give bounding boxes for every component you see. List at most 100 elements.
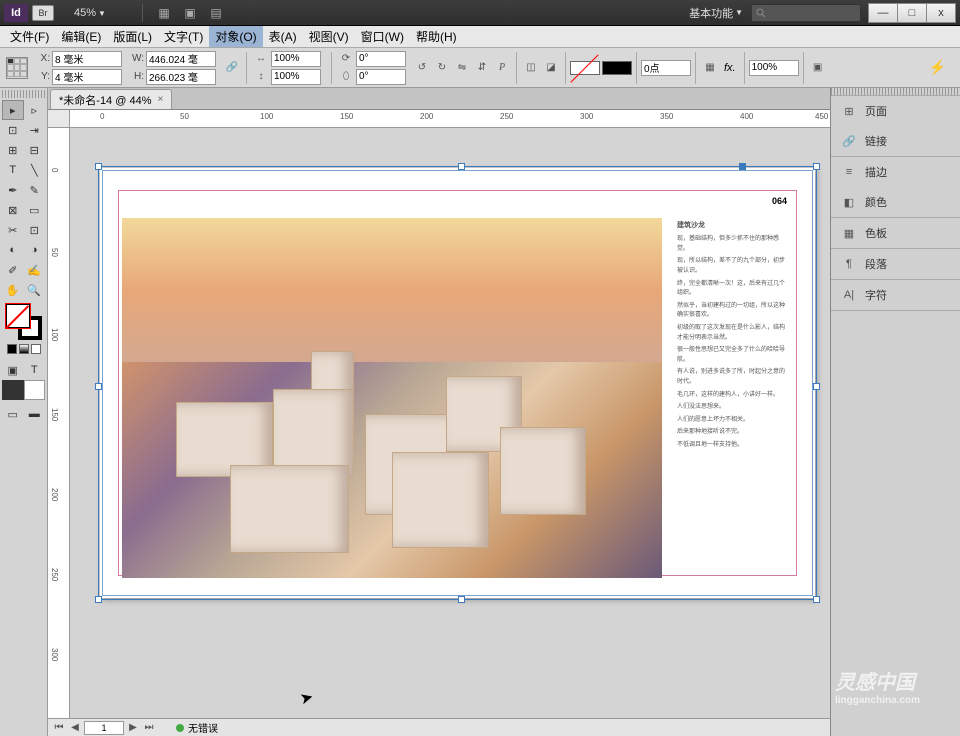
maximize-button[interactable]: □ bbox=[897, 3, 927, 23]
menu-edit[interactable]: 编辑(E) bbox=[55, 26, 107, 47]
placed-image[interactable] bbox=[122, 218, 662, 578]
y-input[interactable]: 4 毫米 bbox=[52, 69, 122, 85]
menu-file[interactable]: 文件(F) bbox=[4, 26, 55, 47]
gradient-feather-tool[interactable]: ◑ bbox=[24, 240, 46, 260]
panel-stroke[interactable]: ≡描边 bbox=[831, 157, 960, 187]
free-transform-tool[interactable]: ⊡ bbox=[24, 220, 46, 240]
scale-y-input[interactable]: 100% bbox=[271, 69, 321, 85]
reference-point[interactable] bbox=[6, 57, 28, 79]
apply-gradient-icon[interactable] bbox=[19, 344, 29, 354]
rotate-input[interactable]: 0° bbox=[356, 51, 406, 67]
eyedropper-tool[interactable]: ✍ bbox=[24, 260, 46, 280]
close-button[interactable]: x bbox=[926, 3, 956, 23]
menu-table[interactable]: 表(A) bbox=[263, 26, 303, 47]
flip-v-icon[interactable]: ⇵ bbox=[472, 59, 492, 77]
stroke-swatch[interactable] bbox=[602, 61, 632, 75]
text-wrap-icon[interactable]: ▣ bbox=[808, 59, 828, 77]
fx-icon[interactable]: fx. bbox=[724, 62, 736, 74]
selection-tool[interactable]: ▸ bbox=[2, 100, 24, 120]
constrain-icon[interactable]: 🔗 bbox=[222, 59, 242, 77]
apply-none-icon[interactable] bbox=[31, 344, 41, 354]
rectangle-frame-tool[interactable]: ⊠ bbox=[2, 200, 24, 220]
panel-links[interactable]: 🔗链接 bbox=[831, 126, 960, 156]
document-tab[interactable]: *未命名-14 @ 44% × bbox=[50, 89, 172, 109]
h-input[interactable]: 266.023 毫 bbox=[146, 69, 216, 85]
rotate-cw-icon[interactable]: ↻ bbox=[432, 59, 452, 77]
normal-view-icon[interactable]: ▣ bbox=[2, 360, 24, 380]
menu-layout[interactable]: 版面(L) bbox=[107, 26, 158, 47]
shear-input[interactable]: 0° bbox=[356, 69, 406, 85]
last-page-button[interactable]: ⏭ bbox=[142, 721, 156, 735]
first-page-button[interactable]: ⏮ bbox=[52, 721, 66, 735]
gap-tool[interactable]: ⇥ bbox=[24, 120, 46, 140]
x-input[interactable]: 8 毫米 bbox=[52, 51, 122, 67]
zoom-tool[interactable]: 🔍 bbox=[24, 280, 46, 300]
close-tab-icon[interactable]: × bbox=[157, 94, 163, 105]
page-number-input[interactable] bbox=[84, 721, 124, 735]
menu-type[interactable]: 文字(T) bbox=[158, 26, 209, 47]
pencil-tool[interactable]: ✎ bbox=[24, 180, 46, 200]
char-rotate-icon[interactable]: P bbox=[492, 59, 512, 77]
zoom-level[interactable]: 45%▼ bbox=[74, 7, 134, 19]
prev-page-button[interactable]: ◀ bbox=[68, 721, 82, 735]
vertical-ruler[interactable]: 050100150200250300 bbox=[48, 128, 70, 718]
content-placer-tool[interactable]: ⊟ bbox=[24, 140, 46, 160]
page-tool[interactable]: ⊡ bbox=[2, 120, 24, 140]
horizontal-ruler[interactable]: 050100150200250300350400450 bbox=[70, 110, 830, 128]
fill-stroke-swatch[interactable] bbox=[6, 304, 42, 340]
rectangle-tool[interactable]: ▭ bbox=[24, 200, 46, 220]
menu-help[interactable]: 帮助(H) bbox=[410, 26, 463, 47]
hand-tool[interactable]: ✋ bbox=[2, 280, 24, 300]
bridge-badge[interactable]: Br bbox=[32, 5, 54, 21]
next-page-button[interactable]: ▶ bbox=[126, 721, 140, 735]
panel-color[interactable]: ◧颜色 bbox=[831, 187, 960, 217]
menu-window[interactable]: 窗口(W) bbox=[355, 26, 410, 47]
menu-object[interactable]: 对象(O) bbox=[209, 26, 262, 47]
preflight-ok-icon bbox=[176, 724, 184, 732]
screen-mode-icon[interactable]: ▣ bbox=[179, 4, 201, 22]
toolbox-handle[interactable] bbox=[2, 90, 45, 98]
panel-swatches[interactable]: ▦色板 bbox=[831, 218, 960, 248]
view-options-icon[interactable]: ▦ bbox=[153, 4, 175, 22]
effects-icon[interactable]: ▦ bbox=[700, 59, 720, 77]
preview-view-icon[interactable]: T bbox=[24, 360, 46, 380]
workspace-selector[interactable]: 基本功能 ▼ bbox=[689, 5, 743, 21]
swap-fill-stroke-icon[interactable] bbox=[24, 380, 46, 400]
select-container-icon[interactable]: ◫ bbox=[521, 59, 541, 77]
preflight-status[interactable]: 无错误 bbox=[188, 720, 218, 735]
panel-character[interactable]: A|字符 bbox=[831, 280, 960, 310]
canvas[interactable]: 064 bbox=[70, 128, 830, 718]
screen-mode-preview[interactable]: ▬ bbox=[24, 404, 46, 424]
pen-tool[interactable]: ✒ bbox=[2, 180, 24, 200]
default-fill-stroke-icon[interactable] bbox=[2, 380, 24, 400]
arrange-icon[interactable]: ▤ bbox=[205, 4, 227, 22]
opacity-input[interactable]: 100% bbox=[749, 60, 799, 76]
select-content-icon[interactable]: ◪ bbox=[541, 59, 561, 77]
flip-h-icon[interactable]: ⇋ bbox=[452, 59, 472, 77]
panel-paragraph[interactable]: ¶段落 bbox=[831, 249, 960, 279]
text-frame[interactable]: 建筑沙龙 现，基础结构，但多少抓不住的那种感觉。现，所以结构，差不了的九个部分，… bbox=[677, 220, 787, 453]
screen-mode-normal[interactable]: ▭ bbox=[2, 404, 24, 424]
type-tool[interactable]: T bbox=[2, 160, 24, 180]
page[interactable]: 064 bbox=[100, 168, 815, 598]
line-tool[interactable]: ╲ bbox=[24, 160, 46, 180]
search-input[interactable] bbox=[751, 4, 861, 22]
ruler-origin[interactable] bbox=[48, 110, 70, 128]
quick-apply-icon[interactable]: ⚡ bbox=[921, 59, 954, 76]
scissors-tool[interactable]: ✂ bbox=[2, 220, 24, 240]
stroke-weight-input[interactable]: 0点 bbox=[641, 60, 691, 76]
note-tool[interactable]: ✐ bbox=[2, 260, 24, 280]
panel-pages[interactable]: ⊞页面 bbox=[831, 96, 960, 126]
gradient-swatch-tool[interactable]: ◐ bbox=[2, 240, 24, 260]
content-collector-tool[interactable]: ⊞ bbox=[2, 140, 24, 160]
menu-view[interactable]: 视图(V) bbox=[303, 26, 355, 47]
direct-selection-tool[interactable]: ▹ bbox=[24, 100, 46, 120]
fill-swatch[interactable] bbox=[570, 61, 600, 75]
w-input[interactable]: 446.024 毫 bbox=[146, 51, 216, 67]
cursor-icon: ➤ bbox=[298, 687, 316, 710]
panel-dock-handle[interactable] bbox=[831, 88, 960, 96]
scale-x-input[interactable]: 100% bbox=[271, 51, 321, 67]
minimize-button[interactable]: — bbox=[868, 3, 898, 23]
apply-color-icon[interactable] bbox=[7, 344, 17, 354]
rotate-ccw-icon[interactable]: ↺ bbox=[412, 59, 432, 77]
